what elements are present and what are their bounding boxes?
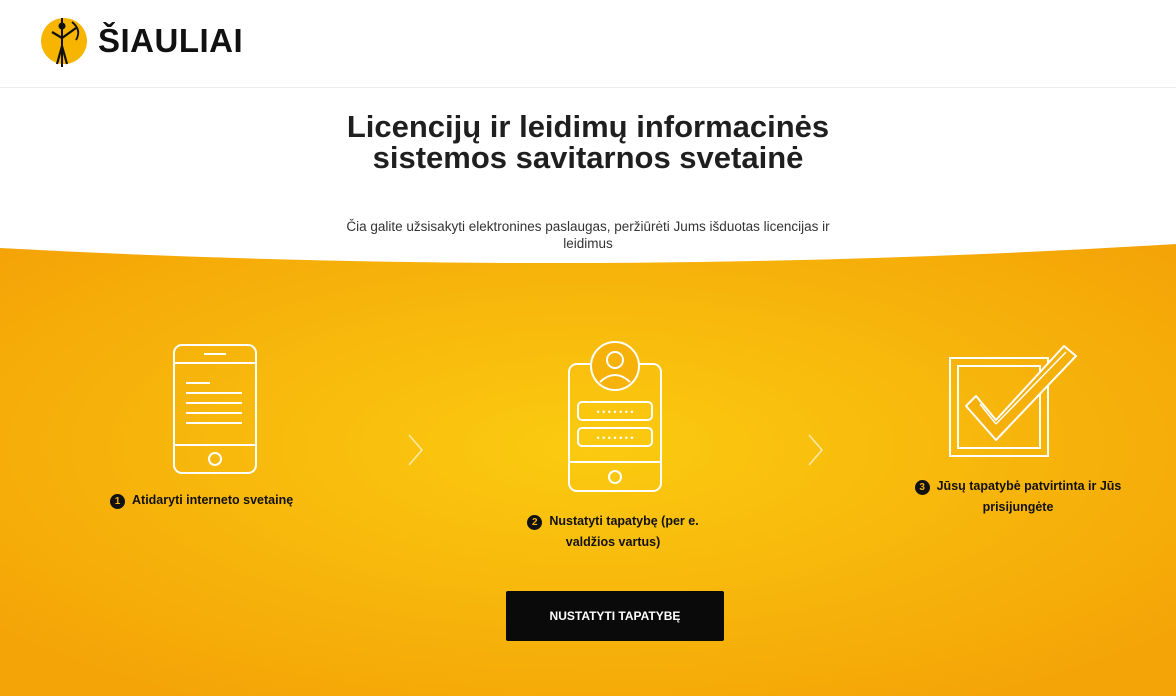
logo-text[interactable]: ŠIAULIAI — [98, 22, 243, 60]
step-2-number: 2 — [527, 515, 543, 530]
step-2-caption: 2 Nustatyti tapatybę (per e. valdžios var… — [513, 511, 713, 553]
step-3-caption: 3 Jūsų tapatybė patvirtinta ir Jūs prisij… — [906, 476, 1130, 518]
step-1-caption: 1 Atidaryti interneto svetainę — [110, 490, 340, 511]
chevron-right-icon — [808, 434, 824, 466]
step-3-label: Jūsų tapatybė patvirtinta ir Jūs prisiju… — [936, 479, 1122, 514]
svg-text:• • • • • • •: • • • • • • • — [596, 407, 633, 417]
step-1-number: 1 — [110, 494, 125, 509]
city-logo-icon[interactable] — [38, 14, 90, 68]
step-2-label: Nustatyti tapatybę (per e. valdžios vart… — [549, 514, 699, 549]
smartphone-icon — [173, 344, 257, 474]
steps-band: • • • • • • • • • • • • • • 1 Atidaryti i… — [0, 236, 1176, 696]
step-3-number: 3 — [914, 480, 930, 495]
checkbox-checked-icon — [949, 345, 1077, 457]
page-title: Licencijų ir leidimų informacinės sistem… — [346, 109, 830, 175]
identify-button[interactable]: NUSTATYTI TAPATYBĘ — [506, 591, 724, 641]
login-form-icon: • • • • • • • • • • • • • • — [568, 341, 662, 492]
svg-text:• • • • • • •: • • • • • • • — [596, 433, 633, 443]
step-1-label: Atidaryti interneto svetainę — [132, 493, 294, 507]
chevron-right-icon — [408, 434, 424, 466]
site-header: ŠIAULIAI — [0, 0, 1176, 88]
